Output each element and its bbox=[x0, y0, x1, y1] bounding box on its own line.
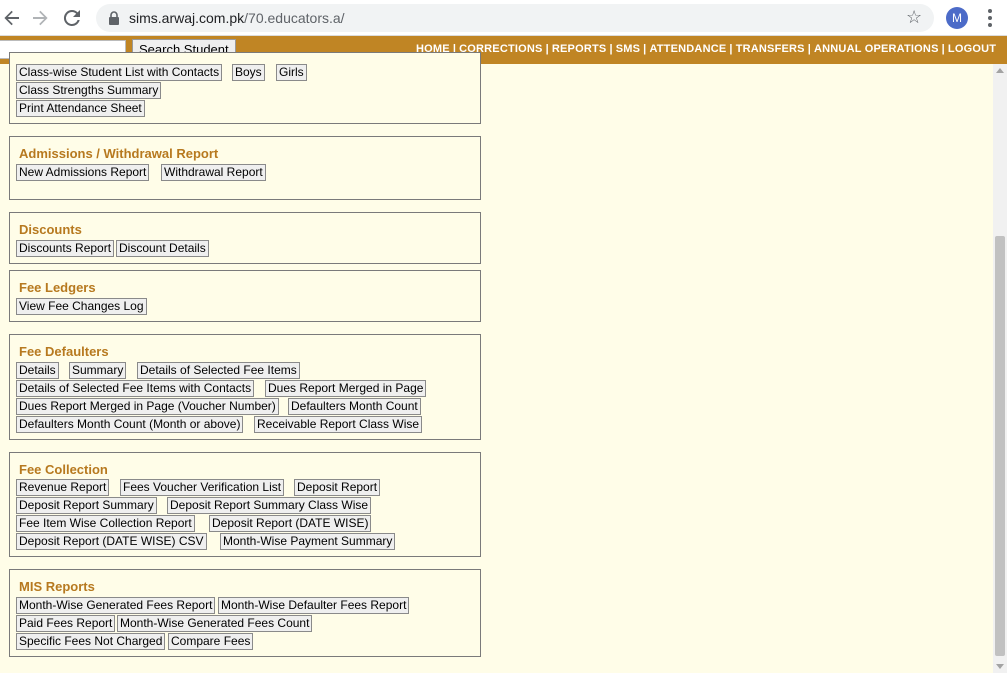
main-menu: HOME | CORRECTIONS | REPORTS | SMS | ATTENDANCE |… bbox=[416, 43, 996, 55]
fee-ledgers-section: Fee Ledgers View Fee Changes Log bbox=[9, 270, 481, 322]
menu-separator: | bbox=[729, 43, 733, 55]
discounts-section: Discounts Discounts Report Discount Deta… bbox=[9, 212, 481, 264]
fees-voucher-verification-button[interactable]: Fees Voucher Verification List bbox=[120, 479, 285, 496]
details-selected-fee-items-contacts-button[interactable]: Details of Selected Fee Items with Conta… bbox=[16, 380, 255, 397]
section-title: Fee Defaulters bbox=[19, 344, 109, 359]
defaulters-month-count-above-button[interactable]: Defaulters Month Count (Month or above) bbox=[16, 416, 244, 433]
url-text: sims.arwaj.com.pk/70.educators.a/ bbox=[129, 10, 345, 26]
url-path: /70.educators.a/ bbox=[244, 10, 345, 26]
specific-fees-not-charged-button[interactable]: Specific Fees Not Charged bbox=[16, 633, 166, 650]
menu-transfers[interactable]: TRANSFERS bbox=[736, 43, 805, 55]
section-title: MIS Reports bbox=[19, 579, 95, 594]
deposit-report-date-wise-csv-button[interactable]: Deposit Report (DATE WISE) CSV bbox=[16, 533, 207, 550]
fee-collection-section: Fee Collection Revenue Report Fees Vouch… bbox=[9, 452, 481, 557]
boys-button[interactable]: Boys bbox=[232, 64, 265, 81]
menu-separator: | bbox=[643, 43, 647, 55]
forward-arrow-icon[interactable] bbox=[28, 6, 52, 30]
dues-report-merged-button[interactable]: Dues Report Merged in Page bbox=[265, 380, 427, 397]
receivable-report-class-wise-button[interactable]: Receivable Report Class Wise bbox=[254, 416, 423, 433]
print-attendance-sheet-button[interactable]: Print Attendance Sheet bbox=[16, 100, 145, 117]
admissions-section: Admissions / Withdrawal Report New Admis… bbox=[9, 136, 481, 200]
withdrawal-report-button[interactable]: Withdrawal Report bbox=[161, 164, 266, 181]
dues-report-merged-voucher-button[interactable]: Dues Report Merged in Page (Voucher Numb… bbox=[16, 398, 279, 415]
menu-logout[interactable]: LOGOUT bbox=[948, 43, 996, 55]
paid-fees-report-button[interactable]: Paid Fees Report bbox=[16, 615, 116, 632]
scroll-thumb[interactable] bbox=[995, 236, 1005, 656]
discount-details-button[interactable]: Discount Details bbox=[116, 240, 209, 257]
mis-reports-section: MIS Reports Month-Wise Generated Fees Re… bbox=[9, 569, 481, 657]
profile-avatar[interactable]: M bbox=[946, 7, 968, 29]
section-title: Fee Collection bbox=[19, 462, 108, 477]
month-wise-payment-summary-button[interactable]: Month-Wise Payment Summary bbox=[220, 533, 396, 550]
browser-menu-icon[interactable] bbox=[983, 6, 997, 30]
section-title: Admissions / Withdrawal Report bbox=[19, 146, 219, 161]
summary-button[interactable]: Summary bbox=[69, 362, 127, 379]
menu-separator: | bbox=[941, 43, 945, 55]
month-wise-generated-fees-report-button[interactable]: Month-Wise Generated Fees Report bbox=[16, 597, 216, 614]
month-wise-generated-fees-count-button[interactable]: Month-Wise Generated Fees Count bbox=[117, 615, 313, 632]
bookmark-star-icon[interactable]: ☆ bbox=[906, 8, 924, 26]
deposit-report-date-wise-button[interactable]: Deposit Report (DATE WISE) bbox=[209, 515, 372, 532]
revenue-report-button[interactable]: Revenue Report bbox=[16, 479, 110, 496]
scroll-up-arrow-icon[interactable] bbox=[996, 68, 1004, 73]
menu-reports[interactable]: REPORTS bbox=[552, 43, 607, 55]
new-admissions-report-button[interactable]: New Admissions Report bbox=[16, 164, 150, 181]
defaulters-month-count-button[interactable]: Defaulters Month Count bbox=[288, 398, 421, 415]
section-title: Fee Ledgers bbox=[19, 280, 96, 295]
view-fee-changes-log-button[interactable]: View Fee Changes Log bbox=[16, 298, 147, 315]
discounts-report-button[interactable]: Discounts Report bbox=[16, 240, 115, 257]
section-title: Discounts bbox=[19, 222, 82, 237]
fee-defaulters-section: Fee Defaulters Details Summary Details o… bbox=[9, 334, 481, 440]
menu-sms[interactable]: SMS bbox=[616, 43, 640, 55]
details-button[interactable]: Details bbox=[16, 362, 59, 379]
vertical-scrollbar[interactable] bbox=[993, 64, 1007, 673]
deposit-report-button[interactable]: Deposit Report bbox=[294, 479, 381, 496]
menu-separator: | bbox=[545, 43, 549, 55]
deposit-report-summary-button[interactable]: Deposit Report Summary bbox=[16, 497, 157, 514]
girls-button[interactable]: Girls bbox=[276, 64, 307, 81]
lock-icon bbox=[109, 11, 119, 25]
deposit-report-summary-class-button[interactable]: Deposit Report Summary Class Wise bbox=[167, 497, 372, 514]
compare-fees-button[interactable]: Compare Fees bbox=[168, 633, 254, 650]
class-strengths-summary-button[interactable]: Class Strengths Summary bbox=[16, 82, 162, 99]
menu-separator: | bbox=[609, 43, 613, 55]
url-domain: sims.arwaj.com.pk bbox=[129, 10, 245, 26]
menu-attendance[interactable]: ATTENDANCE bbox=[649, 43, 726, 55]
fee-item-wise-collection-button[interactable]: Fee Item Wise Collection Report bbox=[16, 515, 195, 532]
class-reports-section: Class-wise Student List with Contacts Bo… bbox=[9, 52, 481, 124]
details-selected-fee-items-button[interactable]: Details of Selected Fee Items bbox=[137, 362, 300, 379]
menu-separator: | bbox=[807, 43, 811, 55]
address-bar[interactable]: sims.arwaj.com.pk/70.educators.a/ ☆ bbox=[96, 4, 934, 32]
scroll-down-arrow-icon[interactable] bbox=[996, 664, 1004, 669]
menu-annual-operations[interactable]: ANNUAL OPERATIONS bbox=[814, 43, 939, 55]
month-wise-defaulter-fees-report-button[interactable]: Month-Wise Defaulter Fees Report bbox=[218, 597, 410, 614]
back-arrow-icon[interactable] bbox=[0, 6, 24, 30]
reload-icon[interactable] bbox=[60, 6, 84, 30]
browser-toolbar: sims.arwaj.com.pk/70.educators.a/ ☆ M bbox=[0, 0, 1007, 36]
class-wise-student-list-button[interactable]: Class-wise Student List with Contacts bbox=[16, 64, 223, 81]
